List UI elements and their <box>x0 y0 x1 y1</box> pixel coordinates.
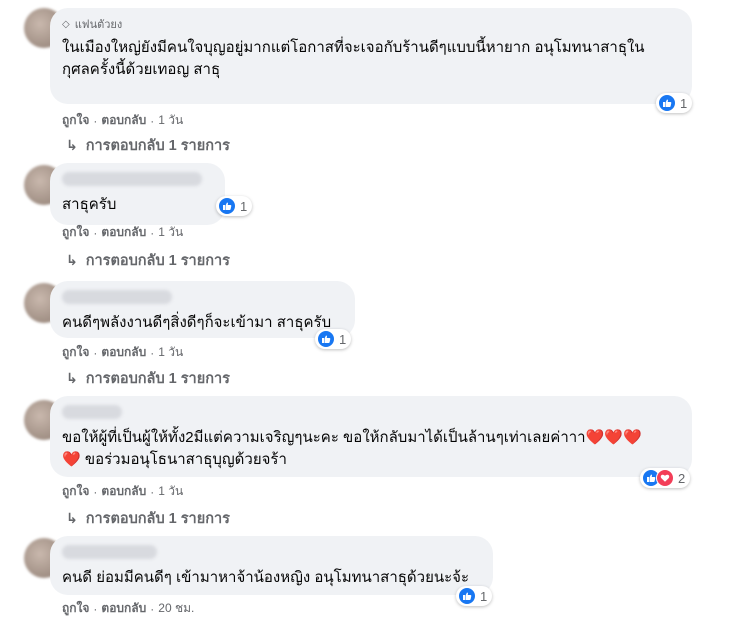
comment-text-line1: ขอให้ผู้ที่เป็นผู้ให้ทั้ง2มีแต่ความเจริญ… <box>62 429 586 446</box>
reply-button[interactable]: ตอบกลับ <box>101 482 146 501</box>
comment-text: คนดีๆพลังงานดีๆสิ่งดีๆก็จะเข้ามา สาธุครั… <box>62 314 332 331</box>
separator: · <box>93 225 98 240</box>
comment-actions: ถูกใจ · ตอบกลับ · 1 วัน <box>62 111 183 130</box>
comment-bubble: ขอให้ผู้ที่เป็นผู้ให้ทั้ง2มีแต่ความเจริญ… <box>50 396 692 477</box>
reply-arrow-icon: ↳ <box>66 252 78 268</box>
separator: · <box>150 484 155 499</box>
reaction-summary[interactable]: 1 <box>656 93 693 113</box>
separator: · <box>93 345 98 360</box>
author-name-blurred[interactable] <box>62 172 202 186</box>
like-button[interactable]: ถูกใจ <box>62 482 89 501</box>
heart-emoji: ❤️ <box>62 451 81 468</box>
reply-button[interactable]: ตอบกลับ <box>101 111 146 130</box>
author-name-blurred[interactable] <box>62 405 122 419</box>
view-replies-link[interactable]: ↳ การตอบกลับ 1 รายการ <box>66 134 230 157</box>
reaction-summary[interactable]: 1 <box>315 329 352 349</box>
like-button[interactable]: ถูกใจ <box>62 223 89 242</box>
timestamp[interactable]: 1 วัน <box>158 111 183 130</box>
reaction-count: 1 <box>339 331 347 347</box>
view-replies-link[interactable]: ↳ การตอบกลับ 1 รายการ <box>66 367 230 390</box>
comment-actions: ถูกใจ · ตอบกลับ · 1 วัน <box>62 343 183 362</box>
view-replies-link[interactable]: ↳ การตอบกลับ 1 รายการ <box>66 249 230 272</box>
separator: · <box>93 113 98 128</box>
reaction-summary[interactable]: 1 <box>456 586 493 606</box>
replies-label: การตอบกลับ 1 รายการ <box>85 511 230 527</box>
comment-actions: ถูกใจ · ตอบกลับ · 20 ชม. <box>62 599 194 618</box>
comment-bubble: ◇ แฟนตัวยง ในเมืองใหญ่ยังมีคนใจบุญอยู่มา… <box>50 8 692 104</box>
replies-label: การตอบกลับ 1 รายการ <box>85 371 230 387</box>
separator: · <box>150 225 155 240</box>
comment-actions: ถูกใจ · ตอบกลับ · 1 วัน <box>62 223 183 242</box>
separator: · <box>93 601 98 616</box>
like-button[interactable]: ถูกใจ <box>62 599 89 618</box>
comment-text: ขอให้ผู้ที่เป็นผู้ให้ทั้ง2มีแต่ความเจริญ… <box>62 427 680 471</box>
comment-actions: ถูกใจ · ตอบกลับ · 1 วัน <box>62 482 183 501</box>
love-icon <box>656 469 674 487</box>
replies-label: การตอบกลับ 1 รายการ <box>85 138 230 154</box>
reaction-count: 2 <box>678 470 686 486</box>
reply-arrow-icon: ↳ <box>66 137 78 153</box>
author-name-blurred[interactable] <box>62 545 157 559</box>
reaction-summary[interactable]: 2 <box>640 468 691 488</box>
like-button[interactable]: ถูกใจ <box>62 343 89 362</box>
comment-bubble: สาธุครับ <box>50 163 225 225</box>
diamond-icon: ◇ <box>62 18 70 30</box>
separator: · <box>93 484 98 499</box>
fan-badge: ◇ แฟนตัวยง <box>62 15 680 33</box>
heart-emoji: ❤️❤️❤️ <box>585 429 642 446</box>
reply-button[interactable]: ตอบกลับ <box>101 599 146 618</box>
view-replies-link[interactable]: ↳ การตอบกลับ 1 รายการ <box>66 507 230 530</box>
reply-arrow-icon: ↳ <box>66 370 78 386</box>
separator: · <box>150 345 155 360</box>
timestamp[interactable]: 1 วัน <box>158 482 183 501</box>
like-icon <box>658 94 676 112</box>
reaction-summary[interactable]: 1 <box>216 196 253 216</box>
reaction-count: 1 <box>240 198 248 214</box>
timestamp[interactable]: 1 วัน <box>158 343 183 362</box>
comment-bubble: คนดี ย่อมมีคนดีๆ เข้ามาหาจ้าน้องหญิง อนุ… <box>50 536 493 595</box>
comment-text: สาธุครับ <box>62 196 117 213</box>
comment-bubble: คนดีๆพลังงานดีๆสิ่งดีๆก็จะเข้ามา สาธุครั… <box>50 281 355 338</box>
like-icon <box>317 330 335 348</box>
timestamp[interactable]: 1 วัน <box>158 223 183 242</box>
replies-label: การตอบกลับ 1 รายการ <box>85 253 230 269</box>
badge-label: แฟนตัวยง <box>74 19 123 31</box>
reply-button[interactable]: ตอบกลับ <box>101 343 146 362</box>
reaction-count: 1 <box>680 95 688 111</box>
separator: · <box>150 601 155 616</box>
timestamp[interactable]: 20 ชม. <box>158 599 194 618</box>
separator: · <box>150 113 155 128</box>
comment-text-line2: ขอร่วมอนุโธนาสาธุบุญด้วยจร้า <box>80 451 287 468</box>
comment-text: ในเมืองใหญ่ยังมีคนใจบุญอยู่มากแต่โอกาสที… <box>62 39 645 78</box>
like-button[interactable]: ถูกใจ <box>62 111 89 130</box>
reaction-count: 1 <box>480 588 488 604</box>
author-name-blurred[interactable] <box>62 290 172 304</box>
like-icon <box>218 197 236 215</box>
reply-arrow-icon: ↳ <box>66 510 78 526</box>
reply-button[interactable]: ตอบกลับ <box>101 223 146 242</box>
like-icon <box>458 587 476 605</box>
comment-text: คนดี ย่อมมีคนดีๆ เข้ามาหาจ้าน้องหญิง อนุ… <box>62 569 470 586</box>
